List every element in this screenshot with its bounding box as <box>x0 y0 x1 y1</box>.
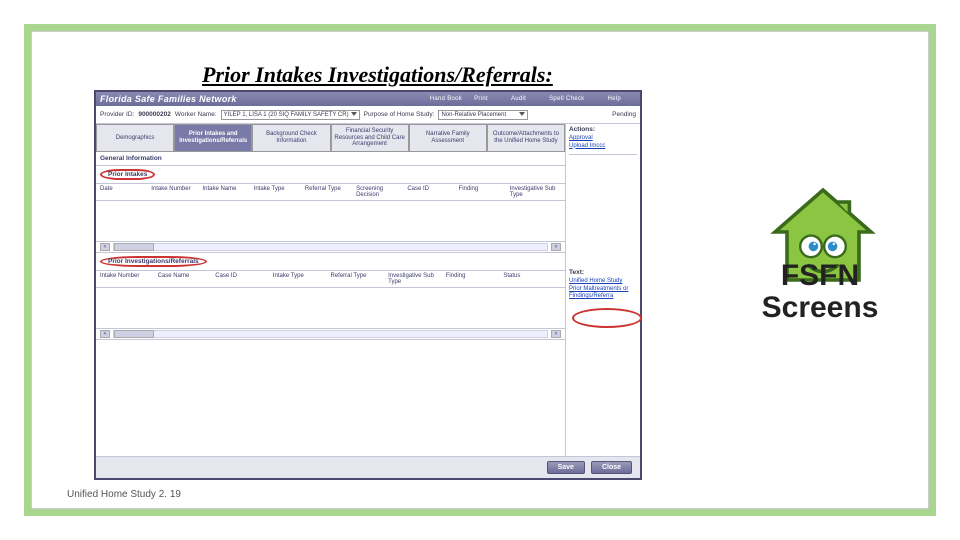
tab-narrative[interactable]: Narrative Family Assessment <box>409 124 487 151</box>
tabs-row: Demographics Prior Intakes and Investiga… <box>96 124 565 152</box>
prior-investigations-headers: Intake Number Case Name Case ID Intake T… <box>96 271 565 288</box>
col-intake-type[interactable]: Intake Type <box>254 186 305 198</box>
tab-background-check[interactable]: Background Check Information <box>252 124 330 151</box>
left-column: Demographics Prior Intakes and Investiga… <box>96 124 565 456</box>
print-icon <box>492 95 501 104</box>
slide-footer: Unified Home Study 2. 19 <box>67 489 181 500</box>
col2-intake-number[interactable]: Intake Number <box>100 273 158 285</box>
purpose-select[interactable]: Non-Relative Placement <box>438 110 528 120</box>
slide-inner: Prior Intakes Investigations/Referrals: … <box>31 31 929 509</box>
fsfn-screens-label: FSFN Screens <box>760 260 880 323</box>
actions-head: Actions: <box>569 126 637 133</box>
status-text: Pending <box>612 111 636 118</box>
app-body: Demographics Prior Intakes and Investiga… <box>96 124 640 456</box>
worker-name-select[interactable]: YILEP 1, LISA 1 (20 SIQ FAMILY SAFETY CR… <box>221 110 360 120</box>
app-footer: Save Close <box>96 456 640 478</box>
save-button[interactable]: Save <box>547 461 585 474</box>
text-head: Text: <box>569 269 637 276</box>
col2-case-name[interactable]: Case Name <box>158 273 216 285</box>
tab-demographics[interactable]: Demographics <box>96 124 174 151</box>
tab-financial-security[interactable]: Financial Security Resources and Child C… <box>331 124 409 151</box>
print-button[interactable]: Print <box>470 94 503 105</box>
spellcheck-icon <box>588 95 597 104</box>
col2-intake-type[interactable]: Intake Type <box>273 273 331 285</box>
col2-finding[interactable]: Finding <box>446 273 504 285</box>
app-titlebar: Florida Safe Families Network Hand Book … <box>96 92 640 106</box>
prior-investigations-highlight: Prior Investigations/Referrals <box>100 256 207 267</box>
prior-investigations-hscroll[interactable]: < > <box>96 328 565 340</box>
purpose-label: Purpose of Home Study: <box>364 111 435 118</box>
titlebar-actions: Hand Book Print Audit Spell Check Help <box>426 94 636 105</box>
prior-intakes-highlight: Prior Intakes <box>100 169 155 180</box>
approval-link[interactable]: Approval <box>569 135 637 143</box>
close-button[interactable]: Close <box>591 461 632 474</box>
prior-intakes-hscroll[interactable]: < > <box>96 241 565 253</box>
audit-icon <box>530 95 539 104</box>
slide-frame: Prior Intakes Investigations/Referrals: … <box>24 24 936 516</box>
provider-id-label: Provider ID: <box>100 111 134 118</box>
worker-name-label: Worker Name: <box>175 111 217 118</box>
divider <box>569 154 637 155</box>
prior-intakes-body <box>96 201 565 241</box>
col2-inv-subtype[interactable]: Investigative Sub Type <box>388 273 446 285</box>
scroll-left-icon[interactable]: < <box>100 330 110 338</box>
tab-outcome[interactable]: Outcome/Attachments to the Unified Home … <box>487 124 565 151</box>
provider-id-value: 900000202 <box>138 111 171 118</box>
col-finding[interactable]: Finding <box>459 186 510 198</box>
actions-panel: Actions: Approval Upload Imccc Text: Uni… <box>565 124 640 456</box>
handbook-button[interactable]: Hand Book <box>426 94 466 105</box>
col-case-id[interactable]: Case ID <box>407 186 458 198</box>
col2-case-id[interactable]: Case ID <box>215 273 273 285</box>
app-window: Florida Safe Families Network Hand Book … <box>94 90 642 480</box>
col-date[interactable]: Date <box>100 186 151 198</box>
help-button[interactable]: Help <box>603 94 636 105</box>
audit-button[interactable]: Audit <box>507 94 541 105</box>
col-inv-subtype[interactable]: Investigative Sub Type <box>510 186 561 198</box>
prior-intakes-headers: Date Intake Number Intake Name Intake Ty… <box>96 184 565 201</box>
prior-maltreat-link[interactable]: Prior Maltreatments or Findings/Referra <box>569 286 637 301</box>
spellcheck-button[interactable]: Spell Check <box>545 94 599 105</box>
col-intake-number[interactable]: Intake Number <box>151 186 202 198</box>
general-info-head: General Information <box>96 152 565 166</box>
scroll-right-icon[interactable]: > <box>551 243 561 251</box>
slide-title: Prior Intakes Investigations/Referrals: <box>202 62 553 88</box>
col2-referral-type[interactable]: Referral Type <box>331 273 389 285</box>
app-title: Florida Safe Families Network <box>100 94 237 104</box>
help-icon <box>625 95 634 104</box>
prior-investigations-head: Prior Investigations/Referrals <box>96 253 565 271</box>
prior-intakes-head: Prior Intakes <box>96 166 565 184</box>
col-intake-name[interactable]: Intake Name <box>202 186 253 198</box>
scroll-thumb[interactable] <box>114 330 154 338</box>
scroll-left-icon[interactable]: < <box>100 243 110 251</box>
upload-link[interactable]: Upload Imccc <box>569 143 637 151</box>
uhs-link[interactable]: Unified Home Study <box>569 278 637 286</box>
tab-prior-intakes[interactable]: Prior Intakes and Investigations/Referra… <box>174 124 252 151</box>
prior-intakes-grid: Date Intake Number Intake Name Intake Ty… <box>96 184 565 253</box>
prior-investigations-grid: Intake Number Case Name Case ID Intake T… <box>96 271 565 340</box>
prior-investigations-body <box>96 288 565 328</box>
col-referral-type[interactable]: Referral Type <box>305 186 356 198</box>
col-screening-decision[interactable]: Screening Decision <box>356 186 407 198</box>
col2-status[interactable]: Status <box>503 273 561 285</box>
scroll-thumb[interactable] <box>114 243 154 251</box>
scroll-right-icon[interactable]: > <box>551 330 561 338</box>
info-row: Provider ID: 900000202 Worker Name: YILE… <box>96 106 640 124</box>
